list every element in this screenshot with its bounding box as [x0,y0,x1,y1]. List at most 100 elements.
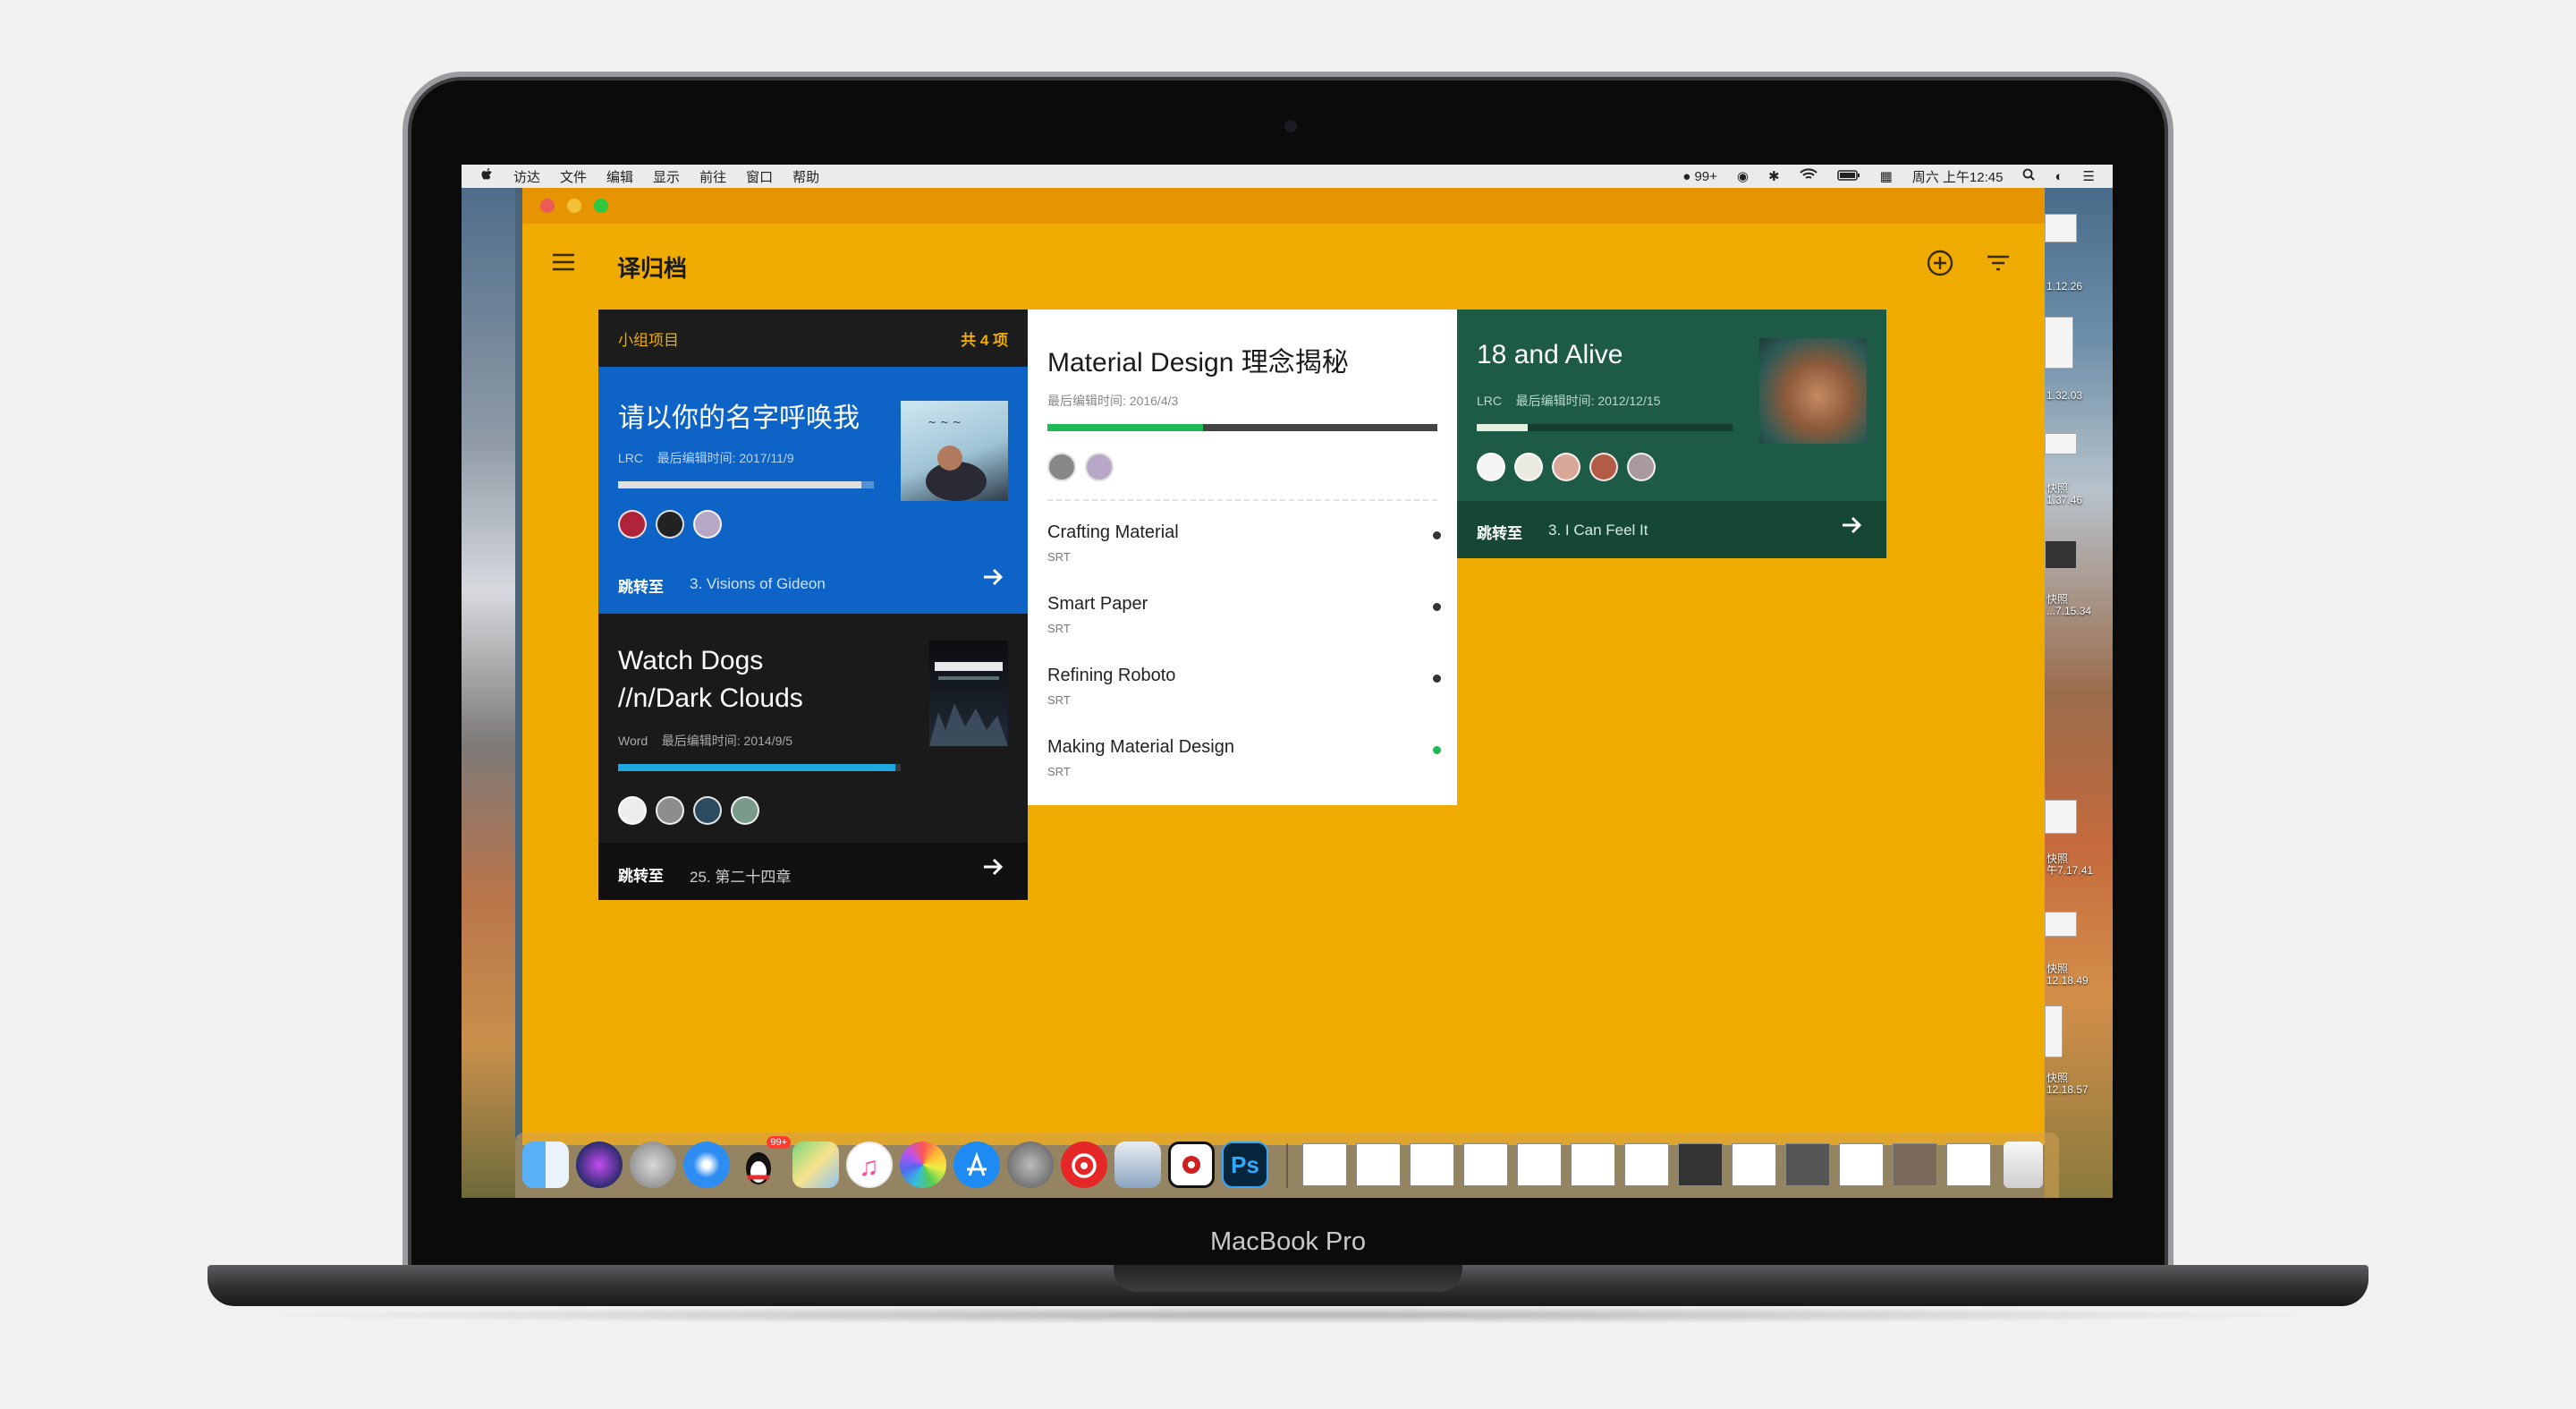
menu-edit[interactable]: 编辑 [606,167,633,186]
window-titlebar [522,188,2045,224]
desktop-file-thumbnail[interactable] [2045,433,2077,454]
dock-document-thumbnail[interactable] [1571,1143,1615,1186]
system-preferences-icon[interactable] [1007,1142,1054,1188]
menu-help[interactable]: 帮助 [792,167,819,186]
desktop-file-label: 快照 1.37.46 [2046,482,2083,506]
arrow-right-icon[interactable] [981,565,1004,596]
dock-document-thumbnail[interactable] [1624,1143,1669,1186]
notification-center-icon[interactable]: ☰ [2083,168,2095,184]
desktop-file-thumbnail[interactable] [2045,1006,2063,1057]
chapter-item[interactable]: Smart Paper SRT [1047,594,1441,635]
collaborator-avatar[interactable] [1085,453,1114,481]
eighteen-and-alive-card[interactable]: 18 and Alive LRC 最后编辑时间: 2012/12/15 跳转至 … [1457,310,1886,558]
dock-document-thumbnail[interactable] [1356,1143,1401,1186]
maps-icon[interactable] [792,1142,839,1188]
menu-file[interactable]: 文件 [560,167,587,186]
input-method-icon[interactable]: ▦ [1880,168,1893,184]
music-icon[interactable]: ♫ [846,1142,893,1188]
dock-document-thumbnail[interactable] [1463,1143,1508,1186]
screen-capture-icon[interactable] [1168,1142,1215,1188]
dock-document-thumbnail[interactable] [1839,1143,1884,1186]
dock-document-thumbnail[interactable] [1678,1143,1723,1186]
eye-icon[interactable]: ◉ [1737,168,1749,184]
netease-music-icon[interactable] [1061,1142,1107,1188]
desktop-file-thumbnail[interactable] [2045,800,2077,834]
desktop-file-thumbnail[interactable] [2045,317,2073,369]
wifi-icon[interactable] [1799,168,1818,184]
jump-target[interactable]: 25. 第二十四章 [690,864,791,887]
collaborator-avatar[interactable] [656,796,684,825]
arrow-right-icon[interactable] [1840,514,1863,544]
bluetooth-icon[interactable]: ✱ [1768,168,1780,184]
finder-icon[interactable] [522,1142,569,1188]
jump-label: 跳转至 [1477,525,1522,542]
apple-icon[interactable] [481,167,494,185]
menu-window[interactable]: 窗口 [746,167,773,186]
collaborator-avatar[interactable] [1552,453,1580,481]
menu-finder[interactable]: 访达 [513,167,540,186]
project-card-call-me-by-your-name[interactable]: 请以你的名字呼唤我 LRC 最后编辑时间: 2017/11/9 ~ ~ ~ 跳转… [598,367,1028,614]
collaborator-avatar[interactable] [1589,453,1618,481]
qq-badge: 99+ [1694,168,1717,184]
menu-go[interactable]: 前往 [699,167,726,186]
qq-icon[interactable]: 99+ [737,1136,791,1188]
jump-target[interactable]: 3. I Can Feel It [1548,522,1648,539]
project-card-watch-dogs[interactable]: Watch Dogs //n/Dark Clouds Word 最后编辑时间: … [598,614,1028,900]
desktop-file-thumbnail[interactable] [2045,540,2077,569]
dock-document-thumbnail[interactable] [1946,1143,1991,1186]
battery-icon[interactable] [1836,169,1860,184]
base-notch [1114,1265,1462,1292]
menubar-clock[interactable]: 周六 上午12:45 [1912,167,2004,186]
base-shadow [233,1306,2343,1324]
minimize-button[interactable] [567,199,581,213]
photoshop-icon[interactable]: Ps [1222,1142,1268,1188]
dock-document-thumbnail[interactable] [1302,1143,1347,1186]
wallpaper-left [462,188,515,1198]
group-projects-card: 小组项目 共 4 项 请以你的名字呼唤我 LRC 最后编辑时间: 2017/11… [598,310,1028,900]
collaborator-avatar[interactable] [1627,453,1656,481]
qq-status-item[interactable]: ● 99+ [1682,169,1717,184]
collaborator-avatar[interactable] [693,510,722,539]
safari-icon[interactable] [683,1142,730,1188]
photos-icon[interactable] [900,1142,946,1188]
menu-icon[interactable] [551,252,576,276]
album-cover-18-and-alive [1759,338,1867,444]
svg-text:♫: ♫ [859,1152,879,1182]
siri-menubar-icon[interactable]: ◐ [2055,169,2063,184]
add-icon[interactable] [1926,249,1954,282]
siri-icon[interactable] [576,1142,623,1188]
chapter-item[interactable]: Crafting Material SRT [1047,522,1441,564]
app-store-icon[interactable] [953,1142,1000,1188]
close-button[interactable] [540,199,555,213]
dock-document-thumbnail[interactable] [1893,1143,1937,1186]
zoom-button[interactable] [594,199,608,213]
trash-icon[interactable] [2004,1142,2043,1188]
collaborator-avatar[interactable] [693,796,722,825]
desktop-file-thumbnail[interactable] [2045,214,2077,242]
collaborator-avatar[interactable] [656,510,684,539]
desktop-file-thumbnail[interactable] [2045,912,2077,937]
dock-divider [1286,1143,1288,1188]
collaborator-avatar[interactable] [1047,453,1076,481]
collaborator-avatar[interactable] [731,796,759,825]
collaborator-avatar[interactable] [1477,453,1505,481]
launchpad-icon[interactable] [630,1142,676,1188]
dock-document-thumbnail[interactable] [1517,1143,1562,1186]
collaborator-avatar[interactable] [1514,453,1543,481]
arrow-right-icon[interactable] [981,855,1004,886]
dock-document-thumbnail[interactable] [1732,1143,1776,1186]
spotlight-icon[interactable] [2022,168,2036,184]
menu-view[interactable]: 显示 [653,167,680,186]
chapter-item[interactable]: Refining Roboto SRT [1047,666,1441,707]
dock-document-thumbnail[interactable] [1410,1143,1454,1186]
project-progress [618,481,874,488]
material-design-card[interactable]: Material Design 理念揭秘 最后编辑时间: 2016/4/3 Cr… [1028,310,1457,805]
preview-icon[interactable] [1114,1142,1161,1188]
filter-icon[interactable] [1986,254,2011,276]
status-dot [1433,531,1441,539]
chapter-item[interactable]: Making Material Design SRT [1047,737,1441,778]
collaborator-avatar[interactable] [618,510,647,539]
collaborator-avatar[interactable] [618,796,647,825]
jump-target[interactable]: 3. Visions of Gideon [690,575,826,593]
dock-document-thumbnail[interactable] [1785,1143,1830,1186]
